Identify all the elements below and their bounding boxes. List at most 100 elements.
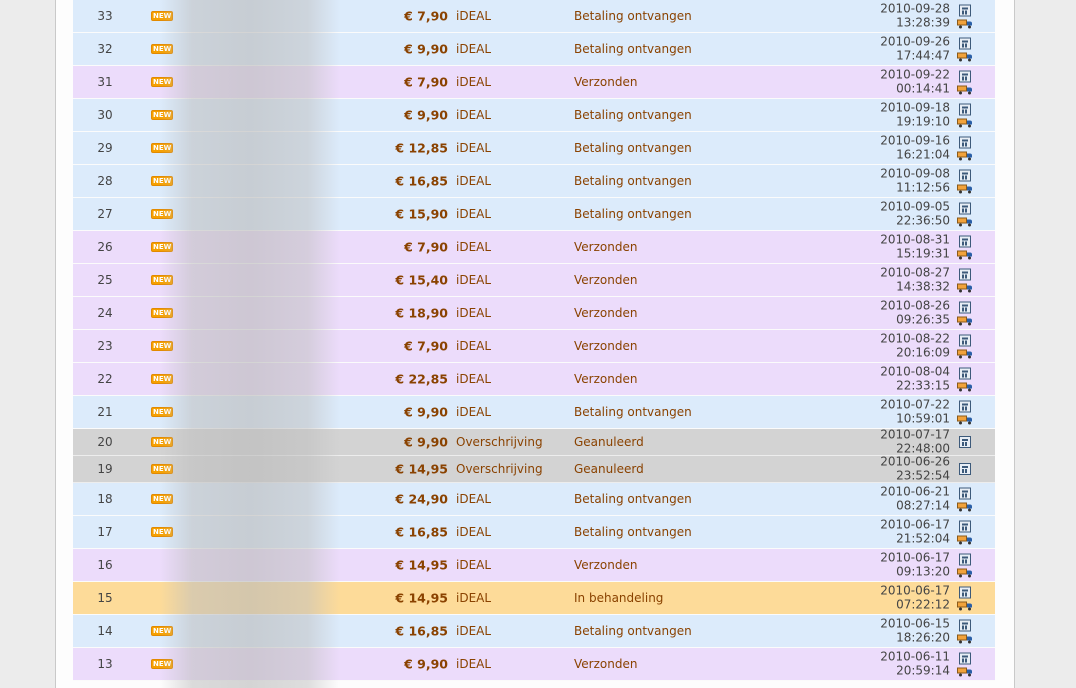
order-number[interactable]: 16 <box>73 558 137 572</box>
truck-icon[interactable] <box>957 52 973 62</box>
calculator-icon[interactable] <box>959 334 971 347</box>
order-number[interactable]: 14 <box>73 624 137 638</box>
order-row[interactable]: 20 NEW € 9,90 Overschrijving Geanuleerd 2010-… <box>73 428 995 456</box>
truck-icon[interactable] <box>957 85 973 95</box>
order-row[interactable]: 16 € 14,95 iDEAL Verzonden 2010-06-17 09:13:2… <box>73 549 995 582</box>
truck-icon[interactable] <box>957 250 973 260</box>
truck-icon[interactable] <box>957 382 973 392</box>
order-row[interactable]: 24 NEW € 18,90 iDEAL Verzonden 2010-08-26 09:2… <box>73 297 995 330</box>
wheel-icon <box>959 541 962 545</box>
order-row[interactable]: 33 NEW € 7,90 iDEAL Betaling ontvangen 2010-0… <box>73 0 995 33</box>
order-datetime: 2010-09-28 13:28:39 <box>880 2 950 30</box>
calculator-icon[interactable] <box>959 652 971 665</box>
truck-icon[interactable] <box>957 601 973 611</box>
order-row[interactable]: 15 € 14,95 iDEAL In behandeling 2010-06-17 07… <box>73 582 995 615</box>
calculator-icon[interactable] <box>959 103 971 116</box>
calculator-icon[interactable] <box>959 619 971 632</box>
order-number[interactable]: 31 <box>73 75 137 89</box>
order-row[interactable]: 25 NEW € 15,40 iDEAL Verzonden 2010-08-27 14:3… <box>73 264 995 297</box>
order-row[interactable]: 14 NEW € 16,85 iDEAL Betaling ontvangen 2010-… <box>73 615 995 648</box>
order-row[interactable]: 19 NEW € 14,95 Overschrijving Geanuleerd 2010… <box>73 455 995 483</box>
order-number[interactable]: 18 <box>73 492 137 506</box>
order-row[interactable]: 32 NEW € 9,90 iDEAL Betaling ontvangen 2010-0… <box>73 33 995 66</box>
order-row[interactable]: 28 NEW € 16,85 iDEAL Betaling ontvangen 2010-… <box>73 165 995 198</box>
truck-icon[interactable] <box>957 415 973 425</box>
order-number[interactable]: 22 <box>73 372 137 386</box>
order-number[interactable]: 19 <box>73 462 137 476</box>
order-number[interactable]: 17 <box>73 525 137 539</box>
calculator-icon[interactable] <box>959 487 971 500</box>
order-row[interactable]: 31 NEW € 7,90 iDEAL Verzonden 2010-09-22 00:14… <box>73 66 995 99</box>
payment-method: iDEAL <box>456 174 492 188</box>
order-amount: € 9,90 <box>404 107 448 123</box>
truck-icon[interactable] <box>957 568 973 578</box>
order-time: 16:21:04 <box>896 147 950 161</box>
truck-icon[interactable] <box>957 184 973 194</box>
order-number[interactable]: 28 <box>73 174 137 188</box>
order-row[interactable]: 23 NEW € 7,90 iDEAL Verzonden 2010-08-22 20:16… <box>73 330 995 363</box>
order-date: 2010-09-08 <box>880 166 950 181</box>
order-row[interactable]: 17 NEW € 16,85 iDEAL Betaling ontvangen 2010-… <box>73 516 995 549</box>
truck-icon[interactable] <box>957 283 973 293</box>
calculator-icon[interactable] <box>959 70 971 83</box>
order-time: 22:33:15 <box>896 378 950 392</box>
order-status: Geanuleerd <box>574 462 644 476</box>
order-date: 2010-06-17 <box>880 583 950 598</box>
order-amount: € 7,90 <box>404 338 448 354</box>
order-number[interactable]: 13 <box>73 657 137 671</box>
calculator-icon[interactable] <box>959 436 971 448</box>
order-amount: € 16,85 <box>395 524 448 540</box>
calculator-icon[interactable] <box>959 136 971 149</box>
calculator-icon[interactable] <box>959 520 971 533</box>
order-number[interactable]: 25 <box>73 273 137 287</box>
truck-icon[interactable] <box>957 316 973 326</box>
calculator-icon[interactable] <box>959 553 971 566</box>
order-row[interactable]: 21 NEW € 9,90 iDEAL Betaling ontvangen 2010-0… <box>73 396 995 429</box>
calculator-icon[interactable] <box>959 301 971 314</box>
order-time: 20:16:09 <box>896 345 950 359</box>
row-actions <box>957 520 973 545</box>
calculator-icon[interactable] <box>959 268 971 281</box>
order-number[interactable]: 21 <box>73 405 137 419</box>
truck-icon[interactable] <box>957 217 973 227</box>
order-number[interactable]: 29 <box>73 141 137 155</box>
calculator-icon[interactable] <box>959 463 971 475</box>
truck-icon[interactable] <box>957 502 973 512</box>
order-row[interactable]: 18 NEW € 24,90 iDEAL Betaling ontvangen 2010-… <box>73 483 995 516</box>
order-date: 2010-06-21 <box>880 484 950 499</box>
wheel-icon <box>968 91 971 95</box>
calculator-icon[interactable] <box>959 202 971 215</box>
order-number[interactable]: 26 <box>73 240 137 254</box>
order-row[interactable]: 26 NEW € 7,90 iDEAL Verzonden 2010-08-31 15:19… <box>73 231 995 264</box>
calculator-icon[interactable] <box>959 235 971 248</box>
order-number[interactable]: 33 <box>73 9 137 23</box>
order-row[interactable]: 27 NEW € 15,90 iDEAL Betaling ontvangen 2010-… <box>73 198 995 231</box>
truck-icon[interactable] <box>957 19 973 29</box>
order-status: Verzonden <box>574 339 638 353</box>
order-number[interactable]: 24 <box>73 306 137 320</box>
truck-icon[interactable] <box>957 349 973 359</box>
order-number[interactable]: 23 <box>73 339 137 353</box>
calculator-icon[interactable] <box>959 4 971 17</box>
order-number[interactable]: 32 <box>73 42 137 56</box>
order-row[interactable]: 22 NEW € 22,85 iDEAL Verzonden 2010-08-04 22:3… <box>73 363 995 396</box>
truck-icon[interactable] <box>957 151 973 161</box>
payment-method: iDEAL <box>456 108 492 122</box>
order-number[interactable]: 20 <box>73 435 137 449</box>
truck-icon[interactable] <box>957 667 973 677</box>
calculator-icon[interactable] <box>959 169 971 182</box>
payment-method: iDEAL <box>456 240 492 254</box>
order-number[interactable]: 27 <box>73 207 137 221</box>
order-row[interactable]: 29 NEW € 12,85 iDEAL Betaling ontvangen 2010-… <box>73 132 995 165</box>
calculator-icon[interactable] <box>959 400 971 413</box>
calculator-icon[interactable] <box>959 37 971 50</box>
truck-icon[interactable] <box>957 634 973 644</box>
truck-icon[interactable] <box>957 535 973 545</box>
order-row[interactable]: 30 NEW € 9,90 iDEAL Betaling ontvangen 2010-0… <box>73 99 995 132</box>
order-number[interactable]: 30 <box>73 108 137 122</box>
order-number[interactable]: 15 <box>73 591 137 605</box>
calculator-icon[interactable] <box>959 586 971 599</box>
truck-icon[interactable] <box>957 118 973 128</box>
order-row[interactable]: 13 NEW € 9,90 iDEAL Verzonden 2010-06-11 20:59… <box>73 648 995 681</box>
calculator-icon[interactable] <box>959 367 971 380</box>
